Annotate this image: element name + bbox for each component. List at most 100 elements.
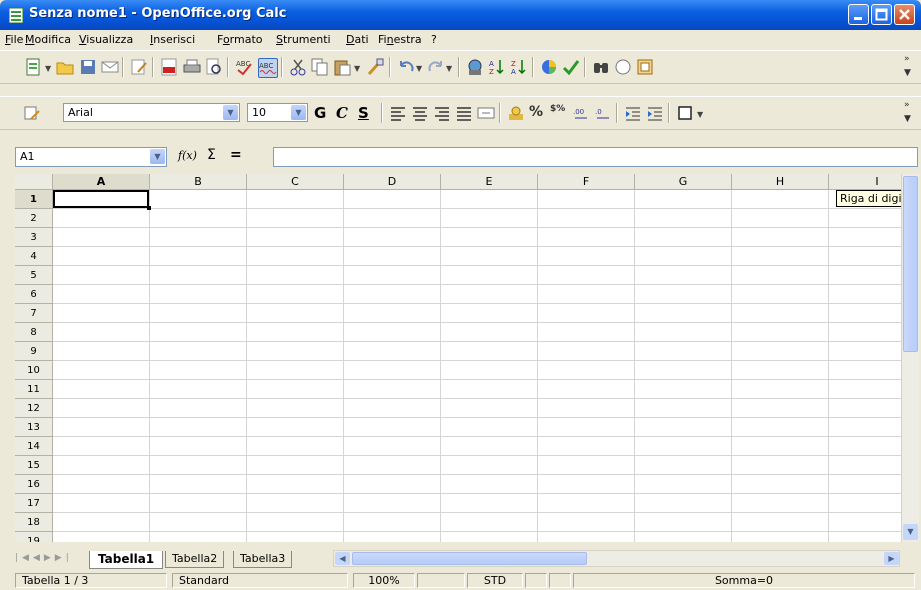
column-header-g[interactable]: G [635, 174, 732, 190]
row-header-2[interactable]: 2 [15, 209, 53, 228]
justify-icon[interactable] [455, 104, 473, 122]
row-header-17[interactable]: 17 [15, 494, 53, 513]
column-header-b[interactable]: B [150, 174, 247, 190]
toolbar-overflow-icon[interactable]: » ▼ [904, 55, 911, 78]
email-icon[interactable] [101, 58, 119, 76]
dropdown-arrow-icon[interactable]: ▼ [416, 64, 424, 73]
column-header-c[interactable]: C [247, 174, 344, 190]
status-insert-mode[interactable] [417, 573, 465, 588]
row-header-9[interactable]: 9 [15, 342, 53, 361]
paste-icon[interactable] [333, 58, 351, 76]
sheet-nav-icon[interactable]: |◀◀▶▶| [15, 553, 73, 563]
autospellcheck-icon[interactable]: ABC [258, 58, 278, 78]
decrease-indent-icon[interactable] [624, 104, 642, 122]
menu-formato[interactable]: Formato [217, 33, 263, 46]
horizontal-scrollbar[interactable]: ◀ ▶ [333, 550, 900, 567]
chevron-down-icon[interactable]: ▼ [291, 105, 306, 120]
redo-icon[interactable] [427, 58, 445, 76]
row-header-4[interactable]: 4 [15, 247, 53, 266]
sort-descending-icon[interactable]: ZA [510, 58, 528, 76]
status-page-style[interactable]: Standard [172, 573, 348, 588]
align-right-icon[interactable] [433, 104, 451, 122]
show-draw-functions-icon[interactable] [562, 58, 580, 76]
cut-icon[interactable] [289, 58, 307, 76]
menu-inserisci[interactable]: Inserisci [150, 33, 195, 46]
print-icon[interactable] [183, 58, 201, 76]
input-line[interactable] [273, 147, 918, 167]
copy-icon[interactable] [311, 58, 329, 76]
scroll-left-icon[interactable]: ◀ [335, 552, 350, 565]
standard-format-icon[interactable]: $% [550, 104, 568, 122]
row-header-10[interactable]: 10 [15, 361, 53, 380]
sheet-tab-tabella1[interactable]: Tabella1 [89, 551, 164, 569]
column-header-f[interactable]: F [538, 174, 635, 190]
spreadsheet-grid[interactable]: A B C D E F G H I 1 2 3 4 5 6 7 8 9 10 1… [15, 174, 901, 542]
name-box[interactable]: A1 ▼ [15, 147, 167, 167]
dropdown-arrow-icon[interactable]: ▼ [45, 64, 53, 73]
row-header-16[interactable]: 16 [15, 475, 53, 494]
add-decimal-icon[interactable]: .00 [572, 104, 590, 122]
new-document-icon[interactable] [24, 58, 42, 76]
spellcheck-icon[interactable]: ABC [235, 58, 253, 76]
scroll-down-icon[interactable]: ▼ [903, 524, 918, 540]
increase-indent-icon[interactable] [646, 104, 664, 122]
bold-button[interactable]: G [314, 104, 326, 122]
title-bar[interactable]: Senza nome1 - OpenOffice.org Calc [0, 0, 921, 30]
row-header-7[interactable]: 7 [15, 304, 53, 323]
chevron-down-icon[interactable]: ▼ [150, 149, 165, 164]
dropdown-arrow-icon[interactable]: ▼ [697, 110, 705, 119]
row-header-15[interactable]: 15 [15, 456, 53, 475]
export-pdf-icon[interactable] [160, 58, 178, 76]
align-left-icon[interactable] [389, 104, 407, 122]
page-preview-icon[interactable] [205, 58, 223, 76]
gallery-icon[interactable] [636, 58, 654, 76]
chevron-down-icon[interactable]: ▼ [223, 105, 238, 120]
column-header-a[interactable]: A [53, 174, 150, 190]
row-header-19[interactable]: 19 [15, 532, 53, 542]
hyperlink-icon[interactable] [466, 58, 484, 76]
underline-button[interactable]: S [358, 104, 369, 122]
minimize-button[interactable] [848, 4, 869, 25]
font-name-combobox[interactable]: Arial ▼ [63, 103, 240, 122]
navigator-icon[interactable] [614, 58, 632, 76]
row-header-14[interactable]: 14 [15, 437, 53, 456]
row-header-12[interactable]: 12 [15, 399, 53, 418]
currency-format-icon[interactable] [507, 104, 525, 122]
function-wizard-button[interactable]: f(x) [178, 149, 197, 162]
open-folder-icon[interactable] [56, 58, 74, 76]
fill-handle[interactable] [147, 206, 151, 210]
sort-ascending-icon[interactable]: AZ [488, 58, 506, 76]
sheet-tab-tabella2[interactable]: Tabella2 [165, 551, 225, 568]
function-button[interactable]: = [230, 147, 242, 163]
selected-cell-a1[interactable] [53, 190, 149, 208]
menu-modifica[interactable]: Modifica [25, 33, 71, 46]
column-header-e[interactable]: E [441, 174, 538, 190]
select-all-corner[interactable] [15, 174, 53, 190]
edit-file-icon[interactable] [130, 58, 148, 76]
column-header-h[interactable]: H [732, 174, 829, 190]
row-header-13[interactable]: 13 [15, 418, 53, 437]
menu-file[interactable]: File [5, 33, 23, 46]
toolbar-overflow-icon[interactable]: » ▼ [904, 101, 911, 124]
row-header-18[interactable]: 18 [15, 513, 53, 532]
column-header-d[interactable]: D [344, 174, 441, 190]
delete-decimal-icon[interactable]: .0 [594, 104, 612, 122]
borders-icon[interactable] [676, 104, 694, 122]
hscrollbar-thumb[interactable] [352, 552, 587, 565]
font-size-combobox[interactable]: 10 ▼ [247, 103, 308, 122]
chart-icon[interactable] [540, 58, 558, 76]
undo-icon[interactable] [397, 58, 415, 76]
row-header-3[interactable]: 3 [15, 228, 53, 247]
menu-finestra[interactable]: Finestra [378, 33, 422, 46]
dropdown-arrow-icon[interactable]: ▼ [354, 64, 362, 73]
sheet-tab-tabella3[interactable]: Tabella3 [233, 551, 293, 568]
row-header-6[interactable]: 6 [15, 285, 53, 304]
format-paintbrush-icon[interactable] [366, 58, 384, 76]
find-replace-icon[interactable] [592, 58, 610, 76]
scrollbar-thumb[interactable] [903, 176, 918, 352]
row-header-1[interactable]: 1 [15, 190, 53, 209]
menu-strumenti[interactable]: Strumenti [276, 33, 331, 46]
menu-dati[interactable]: Dati [346, 33, 369, 46]
menu-visualizza[interactable]: Visualizza [79, 33, 133, 46]
stylist-icon[interactable] [23, 104, 41, 122]
